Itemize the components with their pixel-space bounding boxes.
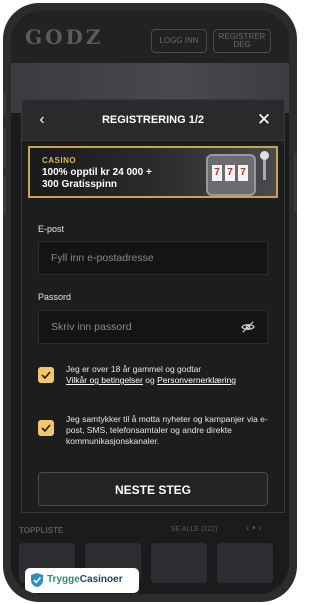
checkmark-icon [41, 371, 51, 380]
marketing-consent-text: Jeg samtykker til å motta nyheter og kam… [66, 414, 268, 446]
banner-tag: CASINO [42, 156, 77, 165]
login-button[interactable]: LOGG INN [151, 29, 207, 53]
watermark-part1: Trygge [47, 574, 80, 585]
close-icon[interactable]: ✕ [254, 110, 274, 130]
site-logo: GODZ [25, 25, 104, 49]
bonus-banner: CASINO 100% opptil kr 24 000 + 300 Grati… [28, 146, 278, 198]
banner-offer: 100% opptil kr 24 000 + 300 Gratisspinn [42, 167, 152, 191]
password-placeholder: Skriv inn passord [51, 321, 132, 333]
see-all-link[interactable]: SE ALLE (222) [171, 526, 217, 533]
banner-offer-line1: 100% opptil kr 24 000 + [42, 167, 152, 178]
slot-reel: 7 [238, 165, 248, 181]
email-field[interactable]: Fyll inn e-postadresse [38, 241, 268, 275]
terms-text: Jeg er over 18 år gammel og godtar [66, 364, 202, 374]
power-button [294, 153, 297, 213]
phone-frame: GODZ LOGG INN REGISTRER DEG ‹ REGISTRERI… [3, 3, 297, 602]
privacy-link[interactable]: Personvernerklæring [157, 375, 236, 385]
slot-reel: 7 [212, 165, 222, 181]
side-button [3, 128, 6, 168]
terms-joiner: og [145, 375, 155, 385]
screen: GODZ LOGG INN REGISTRER DEG ‹ REGISTRERI… [11, 11, 289, 594]
terms-link[interactable]: Vilkår og betingelser [66, 375, 143, 385]
terms-consent-text: Jeg er over 18 år gammel og godtar Vilkå… [66, 364, 276, 386]
checkmark-icon [41, 424, 51, 433]
banner-offer-line2: 300 Gratisspinn [42, 179, 118, 190]
watermark-text: TryggeCasinoer [47, 574, 123, 585]
side-button [3, 175, 6, 215]
next-step-button[interactable]: NESTE STEG [38, 472, 268, 506]
watermark-badge: TryggeCasinoer [25, 568, 139, 593]
game-card[interactable] [151, 543, 207, 583]
marketing-checkbox[interactable] [38, 420, 54, 436]
modal-title: REGISTRERING 1/2 [101, 114, 205, 126]
terms-checkbox[interactable] [38, 367, 54, 383]
register-label-line2: DEG [233, 40, 251, 49]
password-label: Passord [38, 292, 72, 302]
carousel-arrows-icon[interactable]: ‹ • › [246, 523, 262, 534]
email-label: E-post [38, 224, 65, 234]
slot-reel: 7 [225, 165, 235, 181]
game-card[interactable] [217, 543, 273, 583]
slot-lever-icon [260, 151, 269, 180]
registration-modal: ‹ REGISTRERING 1/2 ✕ CASINO 100% opptil … [21, 99, 285, 513]
password-field[interactable]: Skriv inn passord [38, 310, 268, 344]
eye-slash-icon[interactable] [241, 320, 255, 334]
shield-check-icon [31, 573, 43, 587]
toplist-label: TOPPLISTE [19, 526, 64, 535]
watermark-part2: Casinoer [79, 574, 123, 585]
slot-machine-icon: 7 7 7 [206, 154, 256, 196]
register-button[interactable]: REGISTRER DEG [213, 29, 271, 53]
side-button [3, 93, 6, 115]
modal-header: ‹ REGISTRERING 1/2 ✕ [22, 100, 284, 141]
site-header: GODZ LOGG INN REGISTRER DEG [11, 11, 289, 63]
